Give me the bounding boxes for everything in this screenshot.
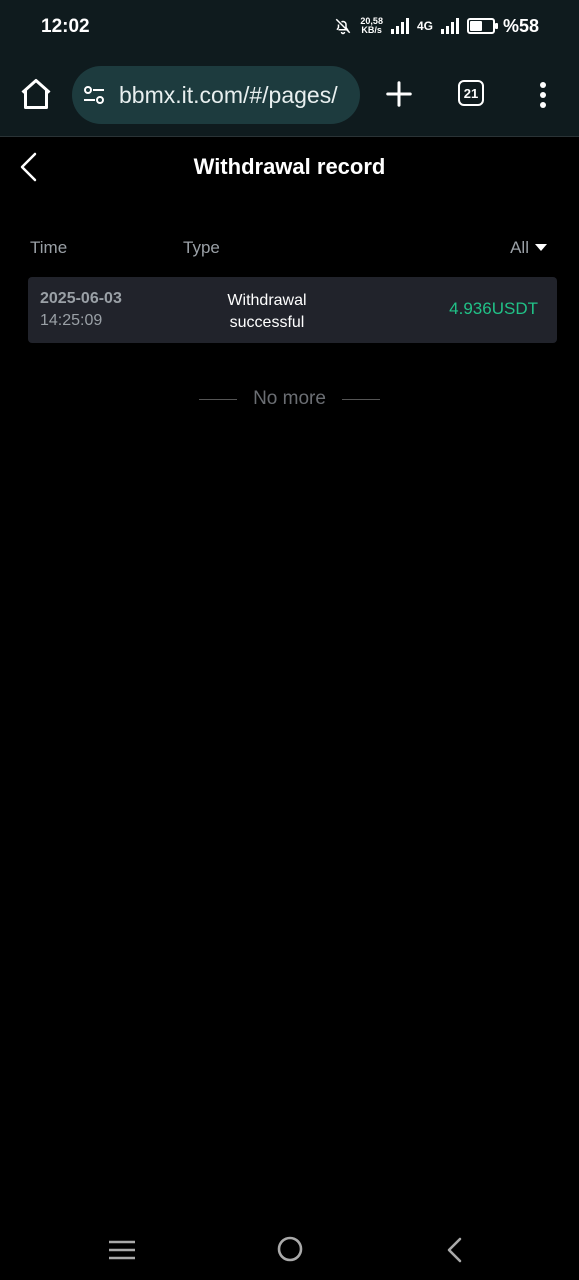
- record-type: Withdrawal successful: [227, 292, 307, 331]
- signal-icon: [440, 18, 459, 34]
- divider: [199, 398, 238, 400]
- filter-label: All: [510, 238, 529, 257]
- more-vert-icon[interactable]: [535, 80, 551, 110]
- nav-home-icon[interactable]: [277, 1236, 303, 1262]
- list-end-text: No more: [253, 388, 326, 409]
- page-title: Withdrawal record: [193, 154, 386, 179]
- network-speed: 20,58 KB/s: [360, 17, 383, 35]
- filter-dropdown[interactable]: All: [510, 238, 547, 258]
- speed-unit: KB/s: [361, 25, 382, 35]
- bell-off-icon: [336, 18, 351, 35]
- tune-icon[interactable]: [82, 83, 106, 107]
- tabs-icon[interactable]: 21: [458, 80, 484, 106]
- status-icons: 20,58 KB/s 4G %58: [334, 12, 539, 40]
- url-text[interactable]: bbmx.it.com/#/pages/: [119, 80, 354, 110]
- nav-back-icon[interactable]: [445, 1237, 465, 1263]
- address-bar[interactable]: bbmx.it.com/#/pages/: [72, 66, 360, 124]
- battery-fill: [469, 21, 482, 31]
- record-amount: 4.936USDT: [449, 299, 538, 318]
- battery-percent: %58: [502, 15, 539, 36]
- signal-icon: [390, 18, 409, 34]
- column-header-type: Type: [183, 238, 220, 257]
- home-icon[interactable]: [18, 76, 54, 112]
- plus-icon[interactable]: [384, 79, 414, 109]
- tab-count: 21: [463, 85, 479, 101]
- network-type: 4G: [416, 19, 433, 33]
- record-time: 14:25:09: [40, 312, 103, 329]
- list-end-indicator: No more: [0, 388, 579, 410]
- status-time: 12:02: [41, 16, 90, 37]
- caret-down-icon: [535, 243, 547, 251]
- nav-menu-icon[interactable]: [108, 1238, 136, 1262]
- column-header-time: Time: [30, 238, 68, 257]
- record-date: 2025-06-03: [40, 290, 122, 307]
- battery-icon: [466, 18, 498, 34]
- record-row[interactable]: 2025-06-03 14:25:09 Withdrawal successfu…: [28, 277, 557, 343]
- divider: [341, 398, 380, 400]
- browser-chrome: 12:02 20,58 KB/s 4G %58 bbmx.it.com/#/pa…: [0, 0, 579, 137]
